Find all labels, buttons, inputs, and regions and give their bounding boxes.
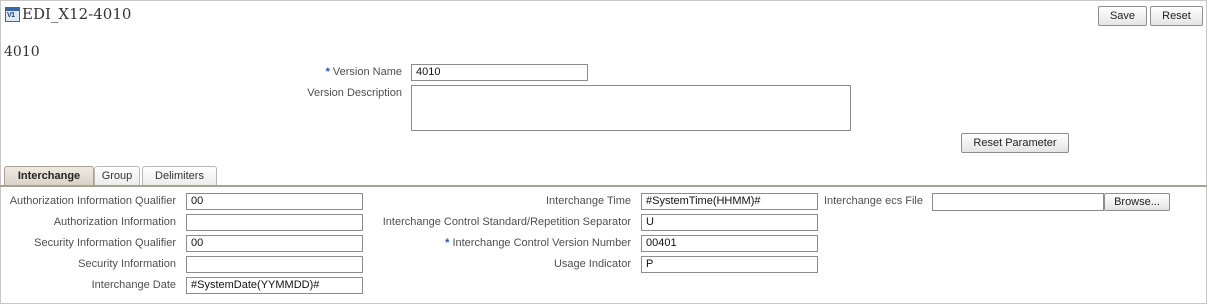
version-name-label: * Version Name — [326, 65, 402, 79]
tab-group[interactable]: Group — [94, 166, 140, 186]
version-description-textarea[interactable] — [411, 85, 851, 131]
usage-indicator-input[interactable]: P — [641, 256, 818, 273]
usage-indicator-label: Usage Indicator — [553, 258, 631, 270]
document-icon-text: V1 — [7, 12, 15, 19]
page-title: EDI_X12-4010 — [22, 5, 132, 23]
security-information-input[interactable] — [186, 256, 363, 273]
required-marker: * — [325, 66, 330, 78]
document-icon: V1 — [5, 7, 20, 22]
control-standard-label: Interchange Control Standard/Repetition … — [382, 216, 631, 228]
ecs-file-input[interactable] — [932, 193, 1104, 211]
version-name-label-text: Version Name — [332, 66, 402, 78]
ecs-file-label: Interchange ecs File — [823, 195, 923, 207]
control-version-label-text: Interchange Control Version Number — [452, 237, 631, 249]
security-qualifier-label: Security Information Qualifier — [34, 237, 176, 249]
control-version-input[interactable]: 00401 — [641, 235, 818, 252]
security-information-label: Security Information — [78, 258, 176, 270]
version-heading: 4010 — [4, 44, 40, 60]
security-qualifier-input[interactable]: 00 — [186, 235, 363, 252]
save-button[interactable]: Save — [1098, 6, 1147, 26]
authorization-information-label: Authorization Information — [53, 216, 176, 228]
control-version-label: * Interchange Control Version Number — [445, 236, 631, 250]
tab-delimiters[interactable]: Delimiters — [142, 166, 217, 186]
control-standard-input[interactable]: U — [641, 214, 818, 231]
interchange-date-input[interactable]: #SystemDate(YYMMDD)# — [186, 277, 363, 294]
version-description-label: Version Description — [307, 87, 402, 99]
authorization-qualifier-input[interactable]: 00 — [186, 193, 363, 210]
authorization-qualifier-label: Authorization Information Qualifier — [9, 195, 176, 207]
tab-divider — [0, 185, 1207, 187]
reset-parameter-button[interactable]: Reset Parameter — [961, 133, 1069, 153]
authorization-information-input[interactable] — [186, 214, 363, 231]
reset-button[interactable]: Reset — [1150, 6, 1203, 26]
required-marker: * — [445, 237, 450, 249]
interchange-date-label: Interchange Date — [91, 279, 176, 291]
interchange-time-input[interactable]: #SystemTime(HHMM)# — [641, 193, 818, 210]
version-name-input[interactable]: 4010 — [411, 64, 588, 81]
browse-button[interactable]: Browse... — [1104, 193, 1170, 211]
interchange-time-label: Interchange Time — [546, 195, 631, 207]
tab-interchange[interactable]: Interchange — [4, 166, 94, 186]
